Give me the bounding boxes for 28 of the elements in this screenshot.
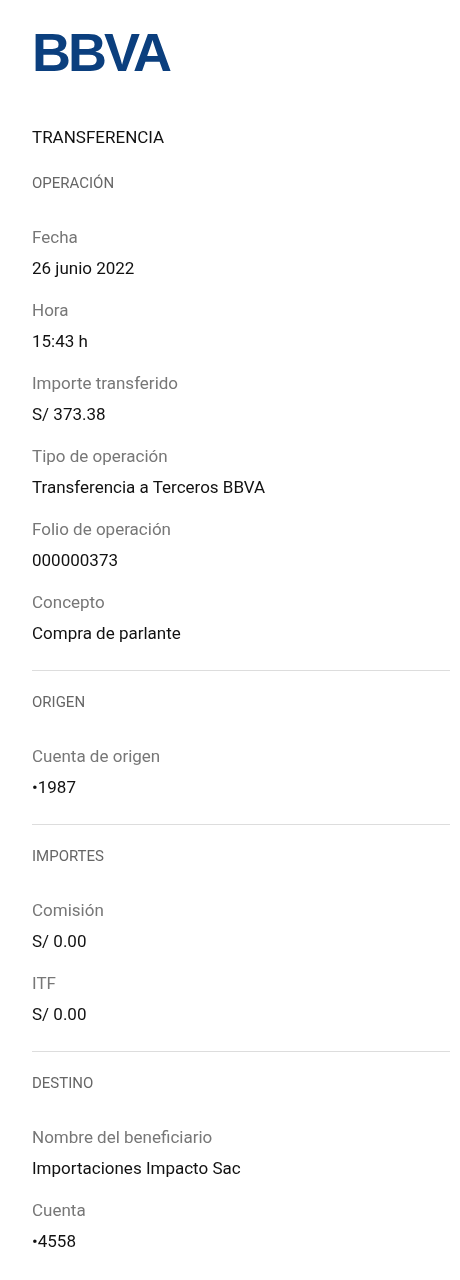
section-heading: ORIGEN	[32, 692, 87, 713]
field-value: Transferencia a Terceros BBVA	[32, 476, 267, 499]
field-label: Cuenta de origen	[32, 745, 162, 768]
field-value: 000000373	[32, 549, 119, 572]
field-label: ITF	[32, 972, 57, 995]
section-heading: OPERACIÓN	[32, 173, 116, 194]
section-heading: DESTINO	[32, 1073, 95, 1094]
field-value: S/ 0.00	[32, 1003, 88, 1026]
field-label: Concepto	[32, 591, 106, 614]
field-label: Nombre del beneficiario	[32, 1126, 214, 1149]
field-label: Tipo de operación	[32, 445, 169, 468]
field-value: 15:43 h	[32, 330, 89, 353]
field-value: Compra de parlante	[32, 622, 182, 645]
section-heading: IMPORTES	[32, 846, 105, 867]
field-value: S/ 0.00	[32, 930, 88, 953]
field-value: •1987	[32, 776, 77, 799]
field-value: Importaciones Impacto Sac	[32, 1157, 242, 1180]
receipt-title: TRANSFERENCIA	[32, 126, 166, 149]
field-value: S/ 373.38	[32, 403, 107, 426]
field-label: Fecha	[32, 226, 79, 249]
field-label: Hora	[32, 299, 70, 322]
field-label: Cuenta	[32, 1199, 87, 1222]
bank-logo: BBVA	[32, 22, 169, 82]
field-label: Importe transferido	[32, 372, 180, 395]
field-value: 26 junio 2022	[32, 257, 136, 280]
field-label: Comisión	[32, 899, 105, 922]
field-value: •4558	[32, 1230, 77, 1253]
field-label: Folio de operación	[32, 518, 172, 541]
